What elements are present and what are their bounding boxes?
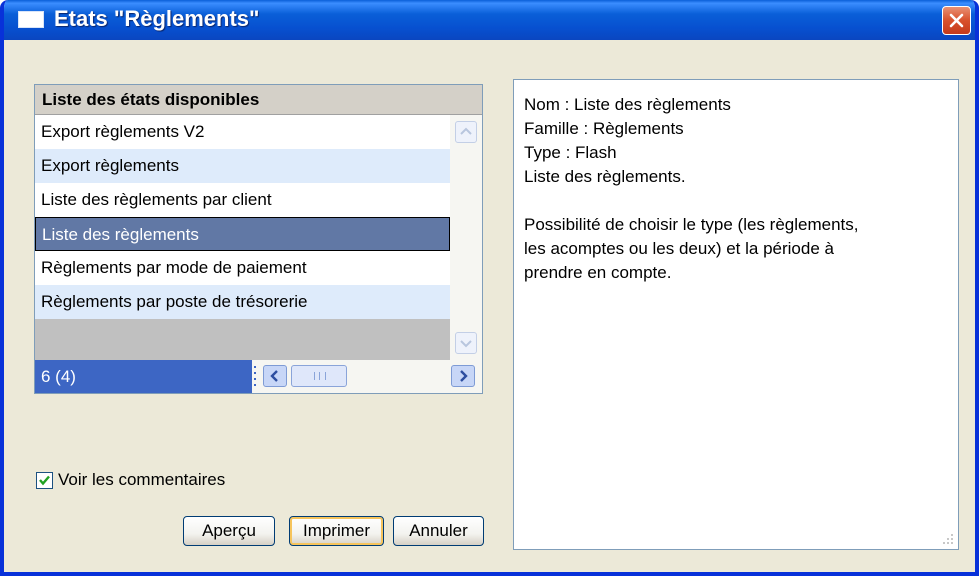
show-comments-checkbox[interactable] xyxy=(36,471,53,489)
show-comments-label: Voir les commentaires xyxy=(58,470,226,489)
item-count: 6 (4) xyxy=(35,360,252,393)
description-detail-line: les acomptes ou les deux) et la période … xyxy=(524,239,834,258)
window-title: Etats "Règlements" xyxy=(54,6,260,31)
list-header: Liste des états disponibles xyxy=(35,85,482,115)
description-name: Nom : Liste des règlements xyxy=(524,95,731,114)
description-summary: Liste des règlements. xyxy=(524,167,686,186)
title-bar[interactable]: Etats "Règlements" xyxy=(4,0,975,40)
scroll-down-button[interactable] xyxy=(455,332,477,354)
description-detail-line: prendre en compte. xyxy=(524,263,672,282)
splitter-handle[interactable] xyxy=(252,360,258,393)
dialog-window: Etats "Règlements" Liste des états dispo… xyxy=(0,0,979,576)
close-icon xyxy=(949,13,964,28)
list-status-bar: 6 (4) xyxy=(35,360,482,393)
cancel-button[interactable]: Annuler xyxy=(393,516,484,546)
description-family: Famille : Règlements xyxy=(524,119,684,138)
list-item[interactable]: Règlements par poste de trésorerie xyxy=(35,285,450,319)
scroll-up-button[interactable] xyxy=(455,121,477,143)
show-comments-option[interactable]: Voir les commentaires xyxy=(36,468,225,492)
vertical-scrollbar[interactable] xyxy=(450,115,482,360)
chevron-left-icon xyxy=(270,370,278,382)
scroll-grip-icon xyxy=(314,372,326,380)
report-list: Export règlements V2 Export règlements L… xyxy=(35,115,450,360)
description-detail-line: Possibilité de choisir le type (les règl… xyxy=(524,215,859,234)
close-button[interactable] xyxy=(942,6,971,35)
report-list-panel: Liste des états disponibles Export règle… xyxy=(34,84,483,394)
window-icon xyxy=(18,11,44,28)
list-item[interactable]: Export règlements V2 xyxy=(35,115,450,149)
print-button[interactable]: Imprimer xyxy=(289,516,384,546)
description-type: Type : Flash xyxy=(524,143,617,162)
report-description: Nom : Liste des règlements Famille : Règ… xyxy=(513,79,959,550)
chevron-down-icon xyxy=(460,340,472,348)
scroll-left-button[interactable] xyxy=(263,365,287,387)
resize-grip-icon[interactable] xyxy=(942,533,954,545)
chevron-up-icon xyxy=(460,127,472,135)
preview-button[interactable]: Aperçu xyxy=(183,516,275,546)
list-item[interactable]: Liste des règlements par client xyxy=(35,183,450,217)
horizontal-scroll-thumb[interactable] xyxy=(291,365,347,387)
list-item-selected[interactable]: Liste des règlements xyxy=(35,217,450,251)
splitter-grip-icon xyxy=(254,366,256,386)
list-item[interactable]: Règlements par mode de paiement xyxy=(35,251,450,285)
chevron-right-icon xyxy=(460,370,468,382)
checkmark-icon xyxy=(39,475,50,485)
scroll-right-button[interactable] xyxy=(451,365,475,387)
list-item[interactable]: Export règlements xyxy=(35,149,450,183)
